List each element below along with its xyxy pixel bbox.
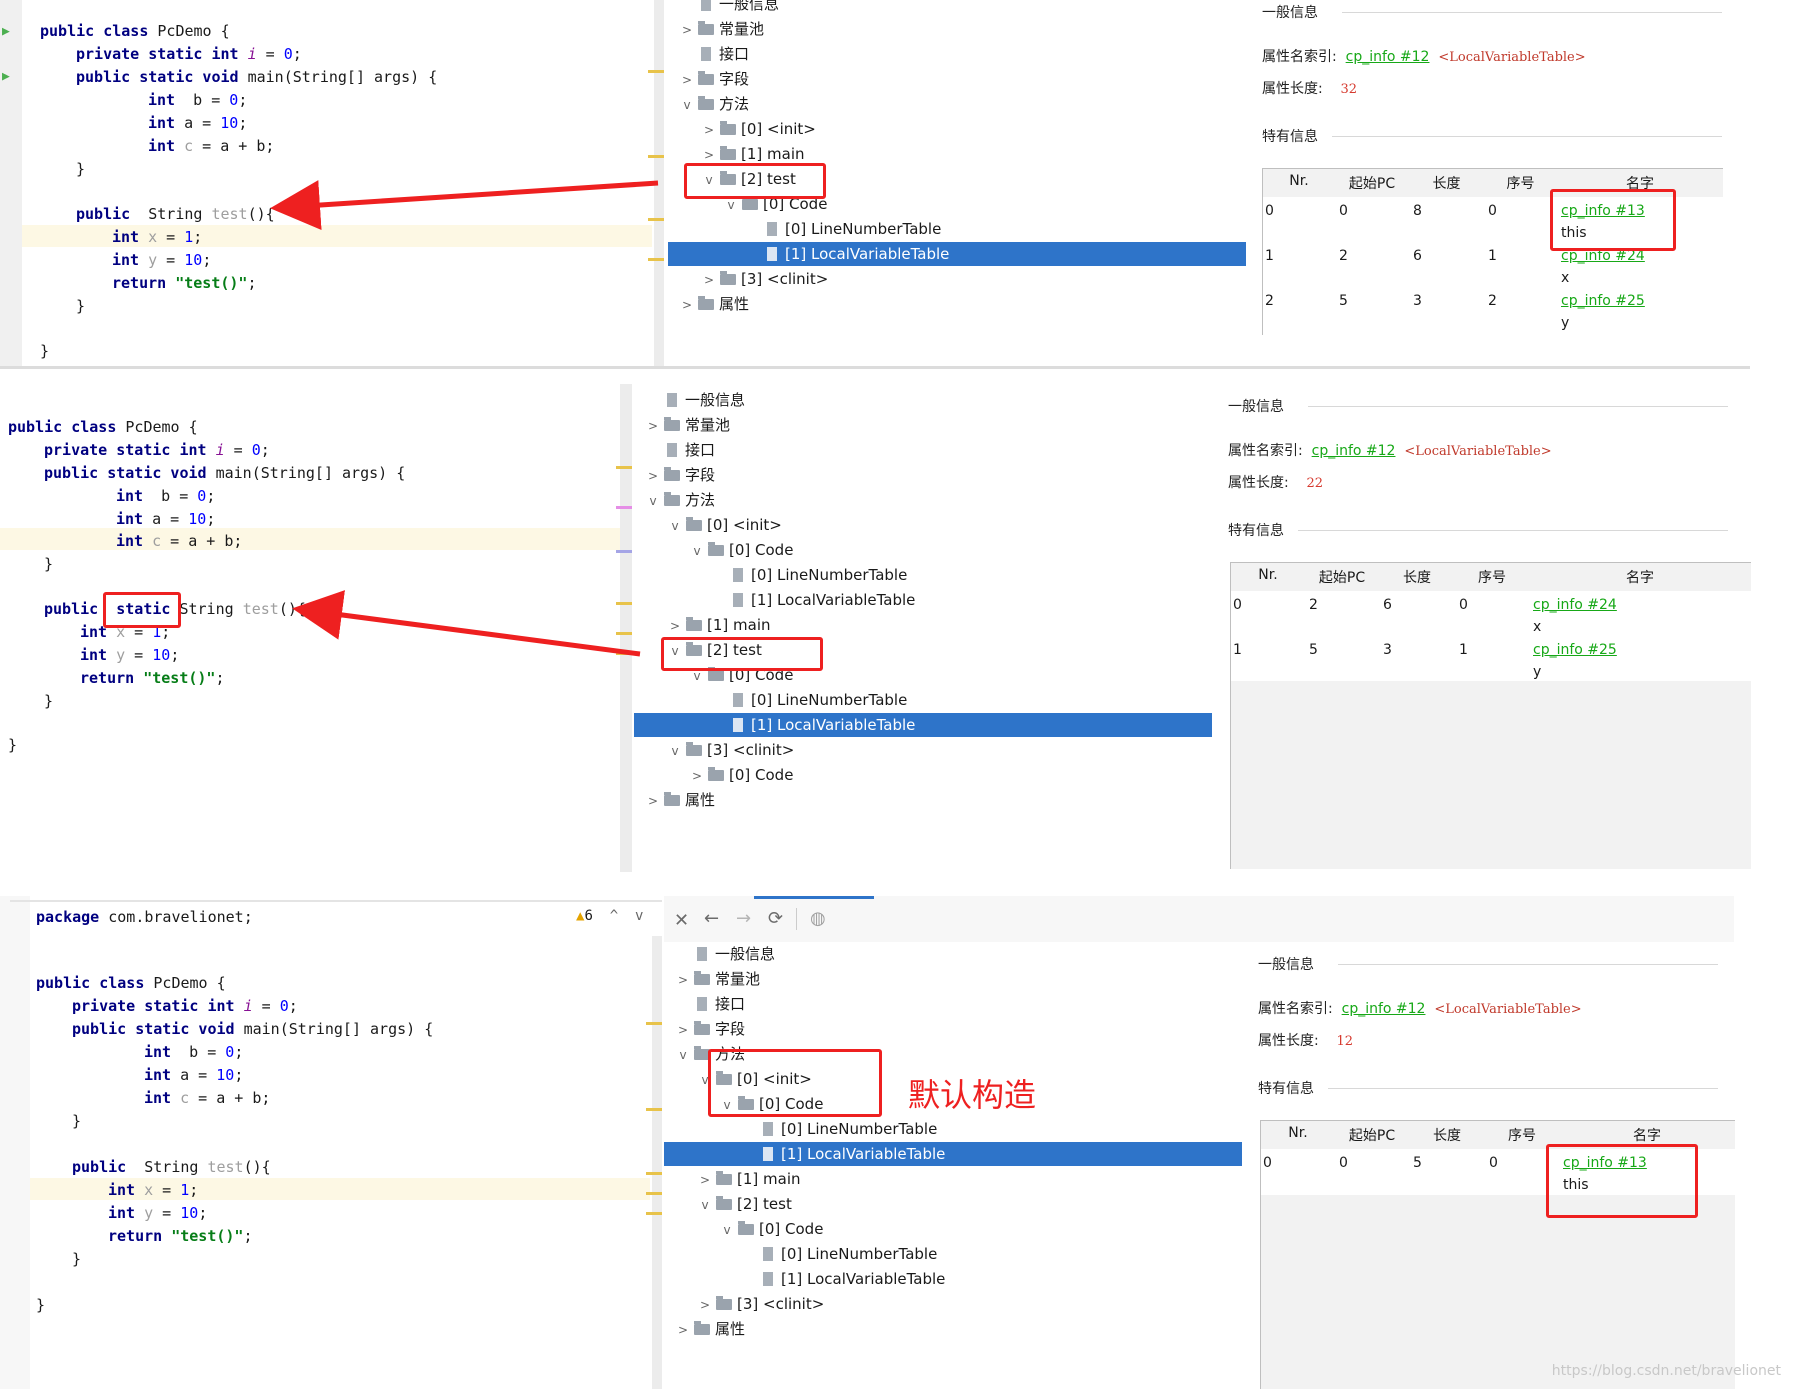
annotation-overlay — [270, 180, 659, 657]
highlight-box-test — [661, 637, 823, 671]
highlight-box-static — [103, 592, 181, 628]
red-arrow — [292, 590, 641, 657]
annotation-text: 默认构造 — [908, 1076, 1037, 1114]
highlight-box-this — [1550, 189, 1676, 251]
highlight-box-this — [1546, 1144, 1698, 1218]
highlight-box-test — [684, 163, 826, 199]
highlight-box-init — [708, 1049, 882, 1117]
red-arrow — [270, 180, 659, 230]
